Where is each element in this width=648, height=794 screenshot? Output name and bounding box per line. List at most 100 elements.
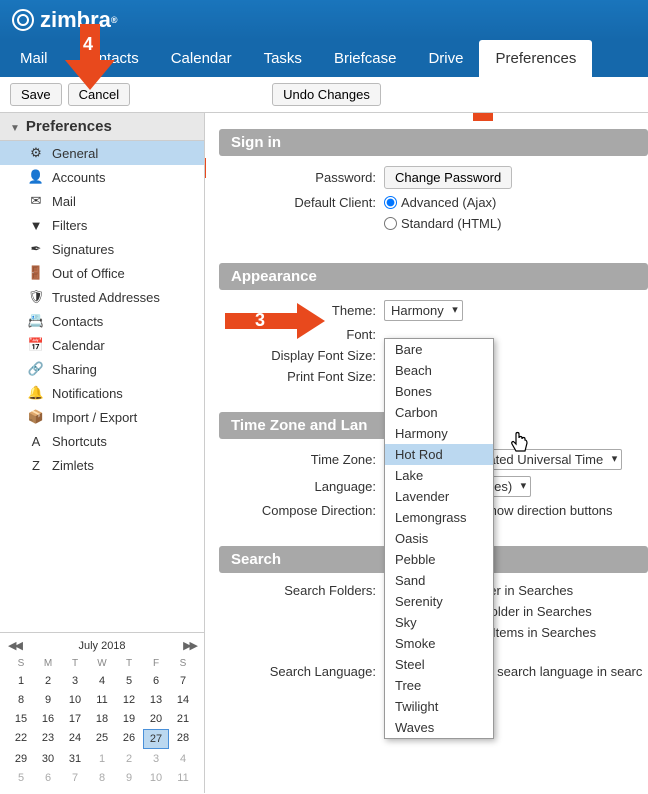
theme-option-smoke[interactable]: Smoke [385, 633, 493, 654]
theme-option-bones[interactable]: Bones [385, 381, 493, 402]
cal-day[interactable]: 6 [35, 769, 61, 787]
cal-day[interactable]: 31 [62, 750, 88, 768]
undo-changes-button[interactable]: Undo Changes [272, 83, 381, 106]
change-password-button[interactable]: Change Password [384, 166, 512, 189]
sidebar-item-trusted-addresses[interactable]: 🛡Trusted Addresses [0, 285, 204, 309]
theme-option-serenity[interactable]: Serenity [385, 591, 493, 612]
cal-day[interactable]: 5 [116, 672, 142, 690]
cal-day[interactable]: 10 [143, 769, 169, 787]
theme-option-carbon[interactable]: Carbon [385, 402, 493, 423]
theme-option-oasis[interactable]: Oasis [385, 528, 493, 549]
theme-option-hot-rod[interactable]: Hot Rod [385, 444, 493, 465]
cal-day[interactable]: 21 [170, 710, 196, 728]
cursor-hand-icon [507, 431, 533, 463]
cal-day[interactable]: 14 [170, 691, 196, 709]
sidebar-item-general[interactable]: ⚙General [0, 141, 204, 165]
sidebar-item-shortcuts[interactable]: AShortcuts [0, 429, 204, 453]
theme-option-lavender[interactable]: Lavender [385, 486, 493, 507]
theme-option-steel[interactable]: Steel [385, 654, 493, 675]
cal-prev[interactable]: ◀◀ [8, 639, 21, 652]
sb-icon: 🛡 [28, 289, 44, 305]
sb-icon: 📦 [28, 409, 44, 425]
cal-day[interactable]: 2 [35, 672, 61, 690]
tab-tasks[interactable]: Tasks [248, 40, 318, 77]
cal-day[interactable]: 11 [170, 769, 196, 787]
sidebar-item-calendar[interactable]: 📅Calendar [0, 333, 204, 357]
sidebar-item-zimlets[interactable]: ZZimlets [0, 453, 204, 477]
sidebar-item-mail[interactable]: ✉Mail [0, 189, 204, 213]
cal-day[interactable]: 27 [143, 729, 169, 749]
cal-day[interactable]: 26 [116, 729, 142, 749]
theme-option-bare[interactable]: Bare [385, 339, 493, 360]
theme-option-beach[interactable]: Beach [385, 360, 493, 381]
cal-day[interactable]: 4 [170, 750, 196, 768]
cal-day[interactable]: 1 [89, 750, 115, 768]
theme-option-tree[interactable]: Tree [385, 675, 493, 696]
cal-day[interactable]: 8 [8, 691, 34, 709]
cal-day[interactable]: 24 [62, 729, 88, 749]
cal-day[interactable]: 17 [62, 710, 88, 728]
theme-option-twilight[interactable]: Twilight [385, 696, 493, 717]
sidebar-item-sharing[interactable]: 🔗Sharing [0, 357, 204, 381]
cal-day[interactable]: 12 [116, 691, 142, 709]
cal-day[interactable]: 9 [116, 769, 142, 787]
sidebar-item-accounts[interactable]: 👤Accounts [0, 165, 204, 189]
theme-option-sky[interactable]: Sky [385, 612, 493, 633]
cal-day[interactable]: 2 [116, 750, 142, 768]
cal-day[interactable]: 30 [35, 750, 61, 768]
cal-dow: M [35, 656, 61, 671]
cal-day[interactable]: 3 [143, 750, 169, 768]
cal-day[interactable]: 28 [170, 729, 196, 749]
cal-day[interactable]: 20 [143, 710, 169, 728]
theme-select[interactable]: Harmony [384, 300, 463, 321]
sidebar-header[interactable]: Preferences [0, 113, 204, 141]
cal-day[interactable]: 15 [8, 710, 34, 728]
sidebar-item-out-of-office[interactable]: 🚪Out of Office [0, 261, 204, 285]
theme-option-waves[interactable]: Waves [385, 717, 493, 738]
cal-day[interactable]: 5 [8, 769, 34, 787]
cal-day[interactable]: 7 [62, 769, 88, 787]
cal-day[interactable]: 8 [89, 769, 115, 787]
tab-drive[interactable]: Drive [412, 40, 479, 77]
theme-option-harmony[interactable]: Harmony [385, 423, 493, 444]
cal-day[interactable]: 22 [8, 729, 34, 749]
sidebar-item-import-export[interactable]: 📦Import / Export [0, 405, 204, 429]
theme-dropdown[interactable]: BareBeachBonesCarbonHarmonyHot RodLakeLa… [384, 338, 494, 739]
cal-day[interactable]: 11 [89, 691, 115, 709]
cal-day[interactable]: 10 [62, 691, 88, 709]
theme-option-lake[interactable]: Lake [385, 465, 493, 486]
sidebar-item-signatures[interactable]: ✒Signatures [0, 237, 204, 261]
sb-label: Sharing [52, 362, 97, 377]
cal-day[interactable]: 4 [89, 672, 115, 690]
tab-preferences[interactable]: Preferences [479, 40, 592, 77]
cal-day[interactable]: 6 [143, 672, 169, 690]
theme-option-sand[interactable]: Sand [385, 570, 493, 591]
sidebar-item-filters[interactable]: ▼Filters [0, 213, 204, 237]
section-signin: Sign in [219, 129, 648, 156]
cal-day[interactable]: 23 [35, 729, 61, 749]
cal-day[interactable]: 7 [170, 672, 196, 690]
client-standard-radio[interactable] [384, 217, 397, 230]
cal-next[interactable]: ▶▶ [183, 639, 196, 652]
cal-day[interactable]: 13 [143, 691, 169, 709]
section-appearance: Appearance [219, 263, 648, 290]
cal-day[interactable]: 29 [8, 750, 34, 768]
cal-day[interactable]: 25 [89, 729, 115, 749]
cal-day[interactable]: 18 [89, 710, 115, 728]
client-advanced-radio[interactable] [384, 196, 397, 209]
cal-day[interactable]: 16 [35, 710, 61, 728]
sb-label: Out of Office [52, 266, 125, 281]
theme-option-lemongrass[interactable]: Lemongrass [385, 507, 493, 528]
sidebar-item-notifications[interactable]: 🔔Notifications [0, 381, 204, 405]
cal-day[interactable]: 1 [8, 672, 34, 690]
save-button[interactable]: Save [10, 83, 62, 106]
sidebar-item-contacts[interactable]: 📇Contacts [0, 309, 204, 333]
cal-day[interactable]: 3 [62, 672, 88, 690]
tab-calendar[interactable]: Calendar [155, 40, 248, 77]
tab-mail[interactable]: Mail [4, 40, 64, 77]
cal-day[interactable]: 19 [116, 710, 142, 728]
theme-option-pebble[interactable]: Pebble [385, 549, 493, 570]
dfs-label: Display Font Size: [219, 348, 384, 363]
tab-briefcase[interactable]: Briefcase [318, 40, 413, 77]
cal-day[interactable]: 9 [35, 691, 61, 709]
